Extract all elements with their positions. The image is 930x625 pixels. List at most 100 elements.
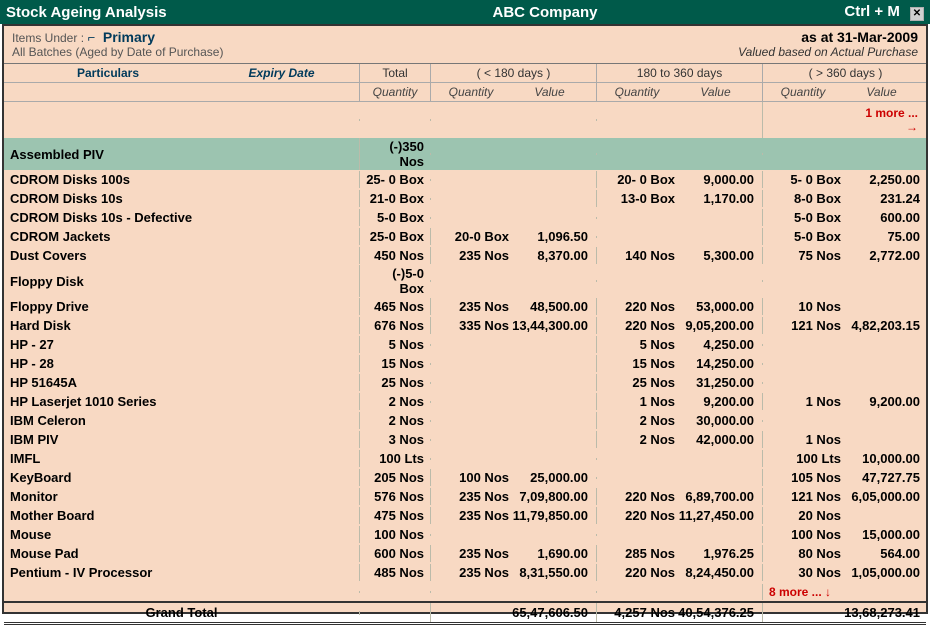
row-b2-qty: 1 Nos [603,394,675,409]
row-b1-qty: 235 Nos [437,546,509,561]
table-row[interactable]: Pentium - IV Processor485 Nos235 Nos8,31… [4,563,926,582]
col-bucket-1[interactable]: ( < 180 days ) [430,64,596,82]
table-row[interactable]: CDROM Jackets25-0 Box20-0 Box1,096.505-0… [4,227,926,246]
col-b3-val: Value [839,85,924,99]
table-row[interactable]: HP - 275 Nos5 Nos4,250.00 [4,335,926,354]
table-row[interactable]: KeyBoard205 Nos100 Nos25,000.00105 Nos47… [4,468,926,487]
row-b1-val: 1,690.00 [509,546,590,561]
row-b2-qty: 220 Nos [603,318,675,333]
title-shortcut-text: Ctrl + M [844,3,899,20]
row-b3-qty: 100 Lts [769,451,841,466]
row-b2-qty: 140 Nos [603,248,675,263]
col-b1-val: Value [507,85,592,99]
table-row[interactable]: HP 51645A25 Nos25 Nos31,250.00 [4,373,926,392]
row-b3-val [841,299,922,314]
row-b3-val: 2,250.00 [841,172,922,187]
table-row[interactable]: Floppy Disk(-)5-0 Box [4,265,926,297]
col-particulars: Particulars [8,66,208,80]
row-particulars: Floppy Disk [4,273,359,290]
grand-total-b2q: 4,257 Nos [603,605,675,620]
row-b1-val: 11,79,850.00 [509,508,590,523]
close-icon[interactable]: ✕ [910,7,924,21]
grand-total-b2v: 40,54,376.25 [675,605,756,620]
row-b2-val: 4,250.00 [675,337,756,352]
row-b2-qty: 5 Nos [603,337,675,352]
row-b2-val: 5,300.00 [675,248,756,263]
row-b1-qty: 235 Nos [437,248,509,263]
row-particulars: KeyBoard [4,469,359,486]
items-under-glyph: ⌐ [88,30,96,45]
report-body: Items Under : ⌐ Primary All Batches (Age… [2,24,928,614]
row-b1-val: 13,44,300.00 [509,318,590,333]
row-b3-qty: 1 Nos [769,394,841,409]
row-total-qty: 3 Nos [359,431,430,448]
row-particulars: HP - 28 [4,355,359,372]
row-particulars: HP - 27 [4,336,359,353]
items-under-value[interactable]: Primary [103,29,155,45]
row-b3-val [841,432,922,447]
more-indicator-bottom[interactable]: 8 more ... ↓ [762,584,928,600]
row-b1-qty: 100 Nos [437,470,509,485]
table-row[interactable]: HP - 2815 Nos15 Nos14,250.00 [4,354,926,373]
table-row[interactable]: Assembled PIV(-)350 Nos [4,138,926,170]
col-b3-qty: Quantity [767,85,839,99]
row-b2-val: 30,000.00 [675,413,756,428]
row-b1-val: 7,09,800.00 [509,489,590,504]
table-row[interactable]: Mother Board475 Nos235 Nos11,79,850.0022… [4,506,926,525]
row-b2-val: 9,05,200.00 [675,318,756,333]
title-shortcut: Ctrl + M ✕ [804,3,924,21]
row-b2-val: 53,000.00 [675,299,756,314]
row-particulars: Mouse Pad [4,545,359,562]
row-b3-val: 47,727.75 [841,470,922,485]
row-b3-qty: 8-0 Box [769,191,841,206]
row-b3-val: 75.00 [841,229,922,244]
more-indicator-top[interactable]: 1 more ... → [841,103,922,137]
row-b2-val: 9,200.00 [675,394,756,409]
row-b2-qty: 25 Nos [603,375,675,390]
table-row[interactable]: CDROM Disks 10s - Defective5-0 Box5-0 Bo… [4,208,926,227]
col-b2-qty: Quantity [601,85,673,99]
row-total-qty: 485 Nos [359,564,430,581]
row-total-qty: 576 Nos [359,488,430,505]
table-row[interactable]: Hard Disk676 Nos335 Nos13,44,300.00220 N… [4,316,926,335]
table-row[interactable]: Floppy Drive465 Nos235 Nos48,500.00220 N… [4,297,926,316]
row-particulars: CDROM Disks 10s [4,190,359,207]
row-total-qty: 25-0 Box [359,228,430,245]
column-header-row-2: Quantity Quantity Value Quantity Value Q… [4,83,926,102]
row-total-qty: 205 Nos [359,469,430,486]
table-row[interactable]: IMFL100 Lts100 Lts10,000.00 [4,449,926,468]
row-total-qty: 2 Nos [359,393,430,410]
table-row[interactable]: Mouse Pad600 Nos235 Nos1,690.00285 Nos1,… [4,544,926,563]
row-b3-val: 231.24 [841,191,922,206]
row-b3-qty: 121 Nos [769,489,841,504]
table-row[interactable]: IBM Celeron2 Nos2 Nos30,000.00 [4,411,926,430]
row-b3-val: 10,000.00 [841,451,922,466]
row-b1-val: 25,000.00 [509,470,590,485]
col-total-qty: Quantity [359,83,430,101]
row-b1-qty: 235 Nos [437,489,509,504]
row-b2-qty: 220 Nos [603,508,675,523]
table-row[interactable]: CDROM Disks 10s21-0 Box13-0 Box1,170.008… [4,189,926,208]
row-b2-val: 1,976.25 [675,546,756,561]
row-b3-qty: 10 Nos [769,299,841,314]
row-b1-val: 8,370.00 [509,248,590,263]
col-total: Total [359,64,430,82]
grand-total-label: Grand Total [4,603,359,622]
data-grid[interactable]: 1 more ... → Assembled PIV(-)350 NosCDRO… [4,102,926,597]
valued-basis: Valued based on Actual Purchase [738,45,918,59]
col-bucket-3[interactable]: ( > 360 days ) [762,64,928,82]
grand-total-b1v: 65,47,606.50 [509,605,590,620]
row-b1-qty: 235 Nos [437,565,509,580]
table-row[interactable]: CDROM Disks 100s25- 0 Box20- 0 Box9,000.… [4,170,926,189]
row-b3-val: 9,200.00 [841,394,922,409]
row-total-qty: 21-0 Box [359,190,430,207]
table-row[interactable]: Dust Covers450 Nos235 Nos8,370.00140 Nos… [4,246,926,265]
col-bucket-2[interactable]: 180 to 360 days [596,64,762,82]
row-b2-val: 6,89,700.00 [675,489,756,504]
row-particulars: IBM Celeron [4,412,359,429]
table-row[interactable]: Monitor576 Nos235 Nos7,09,800.00220 Nos6… [4,487,926,506]
table-row[interactable]: HP Laserjet 1010 Series2 Nos1 Nos9,200.0… [4,392,926,411]
table-row[interactable]: IBM PIV3 Nos2 Nos42,000.001 Nos [4,430,926,449]
row-total-qty: 2 Nos [359,412,430,429]
table-row[interactable]: Mouse100 Nos100 Nos15,000.00 [4,525,926,544]
